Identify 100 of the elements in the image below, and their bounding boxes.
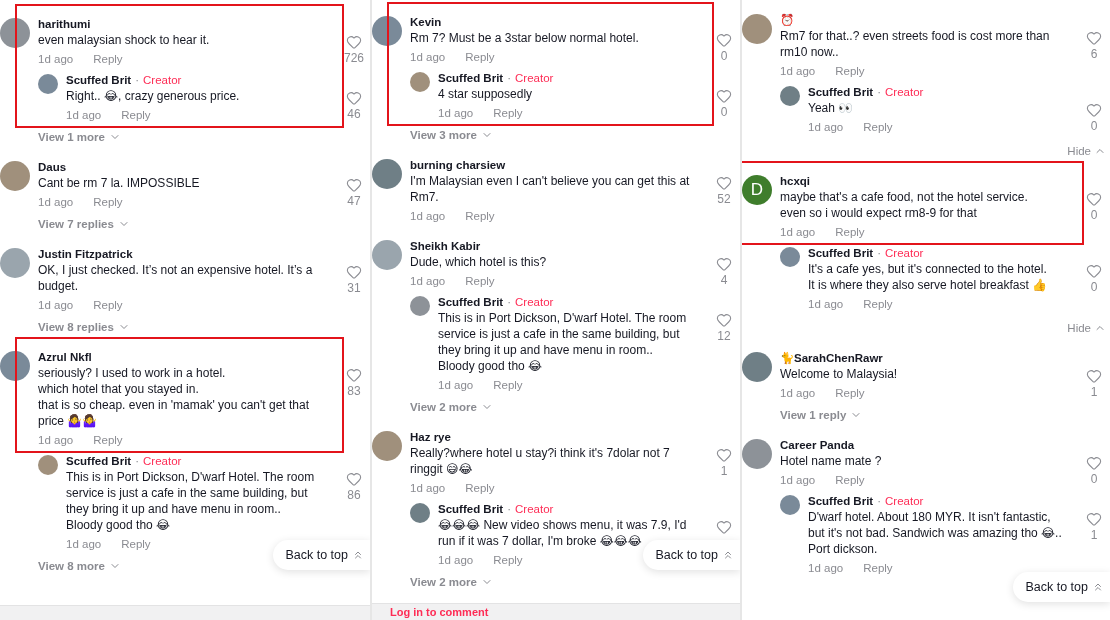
heart-icon[interactable] — [346, 34, 362, 50]
hide-link[interactable]: Hide — [1067, 322, 1091, 334]
like-count: 1 — [1090, 527, 1098, 543]
heart-icon[interactable] — [716, 256, 732, 272]
timestamp: 1d ago — [780, 473, 816, 488]
username[interactable]: hcxqi — [780, 173, 811, 189]
reply-link[interactable]: Reply — [493, 375, 523, 395]
timestamp: 1d ago — [780, 386, 816, 401]
heart-icon[interactable] — [1086, 191, 1102, 207]
username[interactable]: Career Panda — [780, 437, 855, 453]
heart-icon[interactable] — [346, 264, 362, 280]
reply-link[interactable]: Reply — [93, 192, 123, 212]
reply-link[interactable]: Reply — [465, 478, 495, 498]
creator-label: Creator — [143, 454, 182, 469]
heart-icon[interactable] — [1086, 30, 1102, 46]
heart-icon[interactable] — [346, 177, 362, 193]
view-replies-link[interactable]: View 2 more — [410, 401, 477, 413]
avatar-photo — [410, 503, 430, 523]
username[interactable]: Scuffed Brit — [808, 493, 874, 509]
like-count: 31 — [347, 280, 361, 296]
username[interactable]: Scuffed Brit — [66, 72, 132, 88]
view-replies-link[interactable]: View 1 more — [38, 131, 105, 143]
back-to-top-button[interactable]: Back to top — [643, 540, 740, 570]
back-to-top-button[interactable]: Back to top — [273, 540, 370, 570]
timestamp: 1d ago — [38, 195, 74, 210]
heart-icon[interactable] — [1086, 368, 1102, 384]
username[interactable]: Scuffed Brit — [808, 84, 874, 100]
timestamp: 1d ago — [38, 52, 74, 67]
reply-link[interactable]: Reply — [863, 117, 893, 137]
reply-link[interactable]: Reply — [465, 271, 495, 291]
comment-text: This is in Port Dickson, D'warf Hotel. The room service is just a cafe in the same building, but they bring it up and have menu in room.. Bloody good tho 😂 — [438, 310, 688, 374]
username[interactable]: Daus — [38, 159, 67, 175]
heart-icon[interactable] — [716, 519, 732, 535]
heart-icon[interactable] — [346, 90, 362, 106]
username[interactable]: Scuffed Brit — [66, 453, 132, 469]
reply-link[interactable]: Reply — [121, 534, 151, 554]
reply-link[interactable]: Reply — [835, 222, 865, 242]
heart-icon[interactable] — [1086, 102, 1102, 118]
view-replies-link[interactable]: View 3 more — [410, 129, 477, 141]
view-replies-link[interactable]: View 7 replies — [38, 218, 114, 230]
reply-link[interactable]: Reply — [493, 103, 523, 123]
like-count: 0 — [1090, 118, 1098, 134]
heart-icon[interactable] — [346, 471, 362, 487]
view-replies-link[interactable]: View 1 reply — [780, 409, 847, 421]
reply-link[interactable]: Reply — [835, 470, 865, 490]
like-count: 0 — [720, 104, 728, 120]
comment-text: even malaysian shock to hear it. — [38, 32, 211, 48]
timestamp: 1d ago — [438, 378, 474, 393]
comment-text: seriously? I used to work in a hotel. which hotel that you stayed in. that is so cheap. even in 'mamak' you can't get that price 🤷‍♀🤷‍♀ — [38, 365, 311, 429]
timestamp: 1d ago — [38, 433, 74, 448]
login-link[interactable]: Log in to comment — [390, 606, 489, 618]
reply-link[interactable]: Reply — [465, 47, 495, 67]
username[interactable]: Haz rye — [410, 429, 451, 445]
creator-label: Creator — [885, 494, 924, 509]
heart-icon[interactable] — [716, 88, 732, 104]
like-count: 1 — [1090, 384, 1098, 400]
reply-link[interactable]: Reply — [835, 383, 865, 403]
username[interactable]: ⏰ — [780, 12, 794, 28]
username[interactable]: Justin Fitzpatrick — [38, 246, 133, 262]
reply-link[interactable]: Reply — [93, 295, 123, 315]
reply-link[interactable]: Reply — [93, 49, 123, 69]
reply-link[interactable]: Reply — [835, 61, 865, 81]
comment-text: Hotel name mate ? — [780, 453, 883, 469]
view-replies-link[interactable]: View 8 more — [38, 560, 105, 572]
hide-link[interactable]: Hide — [1067, 145, 1091, 157]
username[interactable]: harithumi — [38, 16, 91, 32]
heart-icon[interactable] — [716, 175, 732, 191]
reply-link[interactable]: Reply — [121, 105, 151, 125]
avatar-photo — [372, 159, 402, 189]
avatar-photo — [38, 74, 58, 94]
username[interactable]: Scuffed Brit — [438, 501, 504, 517]
reply-link[interactable]: Reply — [863, 294, 893, 314]
heart-icon[interactable] — [1086, 511, 1102, 527]
heart-icon[interactable] — [1086, 455, 1102, 471]
reply-link[interactable]: Reply — [493, 550, 523, 570]
view-replies-link[interactable]: View 2 more — [410, 576, 477, 588]
heart-icon[interactable] — [716, 32, 732, 48]
username[interactable]: Scuffed Brit — [438, 70, 504, 86]
heart-icon[interactable] — [716, 447, 732, 463]
view-replies-link[interactable]: View 8 replies — [38, 321, 114, 333]
username[interactable]: Scuffed Brit — [438, 294, 504, 310]
reply-link[interactable]: Reply — [465, 206, 495, 226]
username[interactable]: Azrul Nkfl — [38, 349, 92, 365]
username[interactable]: Sheikh Kabir — [410, 238, 481, 254]
heart-icon[interactable] — [716, 312, 732, 328]
username[interactable]: 🐈SarahChenRawr — [780, 350, 883, 366]
username[interactable]: burning charsiew — [410, 157, 506, 173]
creator-label: Creator — [515, 71, 554, 86]
heart-icon[interactable] — [346, 367, 362, 383]
reply-link[interactable]: Reply — [863, 558, 893, 578]
timestamp: 1d ago — [38, 298, 74, 313]
username[interactable]: Scuffed Brit — [808, 245, 874, 261]
back-to-top-button[interactable]: Back to top — [1013, 572, 1110, 602]
creator-label: Creator — [515, 502, 554, 517]
username[interactable]: Kevin — [410, 14, 442, 30]
reply-link[interactable]: Reply — [93, 430, 123, 450]
timestamp: 1d ago — [808, 297, 844, 312]
timestamp: 1d ago — [66, 108, 102, 123]
avatar-photo — [410, 72, 430, 92]
heart-icon[interactable] — [1086, 263, 1102, 279]
